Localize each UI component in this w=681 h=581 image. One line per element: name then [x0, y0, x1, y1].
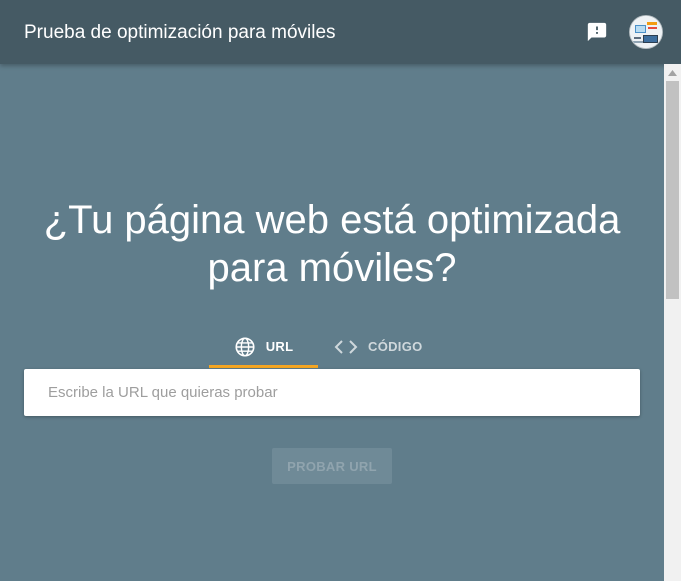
feedback-button[interactable] [584, 19, 610, 45]
active-tab-indicator [209, 365, 318, 368]
headline-line-2: para móviles? [207, 246, 457, 290]
url-field [24, 369, 640, 416]
input-mode-tabs: URL CÓDIGO [209, 325, 463, 368]
feedback-icon [587, 22, 607, 42]
app-bar: Prueba de optimización para móviles [0, 0, 681, 64]
tab-url[interactable]: URL [209, 325, 318, 368]
test-url-button-label: PROBAR URL [287, 458, 377, 474]
scrollbar[interactable] [664, 64, 681, 581]
code-icon [334, 336, 358, 358]
tab-code[interactable]: CÓDIGO [334, 325, 463, 368]
headline-line-1: ¿Tu página web está optimizada [43, 198, 621, 242]
avatar-icon [630, 16, 662, 48]
test-url-button[interactable]: PROBAR URL [272, 448, 392, 484]
scrollbar-thumb[interactable] [666, 81, 679, 299]
tab-code-label: CÓDIGO [368, 339, 423, 354]
app-title: Prueba de optimización para móviles [24, 22, 336, 43]
avatar[interactable] [630, 16, 662, 48]
tab-url-label: URL [265, 339, 294, 354]
globe-icon [234, 336, 256, 358]
scroll-up-arrow-icon[interactable] [664, 64, 681, 81]
url-input[interactable] [24, 369, 640, 416]
page-headline: ¿Tu página web está optimizada para móvi… [0, 196, 664, 292]
main-content: ¿Tu página web está optimizada para móvi… [0, 64, 664, 581]
